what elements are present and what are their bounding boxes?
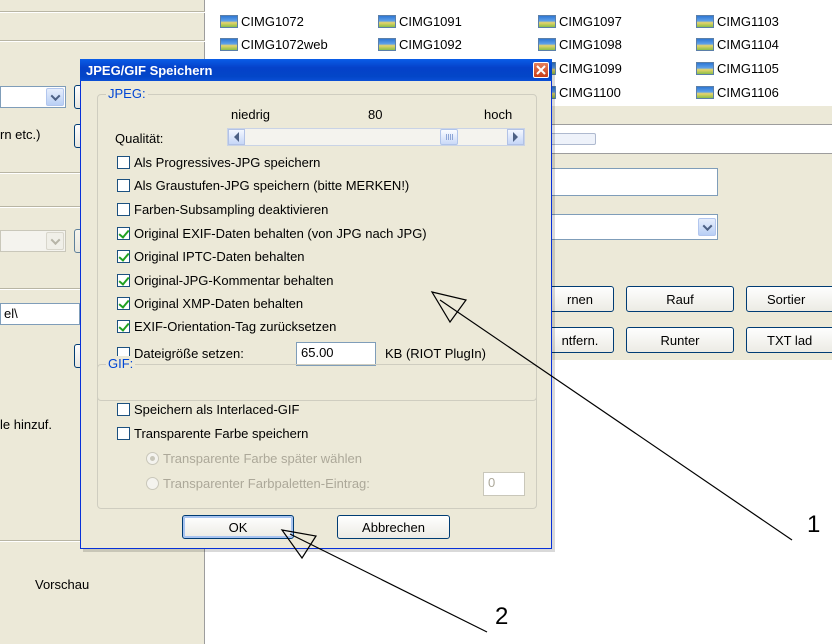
annotation-overlay [280,291,793,633]
arrow-1 [430,291,793,541]
arrow-2 [280,529,488,633]
annotation-marker-2: 2 [495,603,509,630]
annotation-marker-1: 1 [807,511,821,538]
